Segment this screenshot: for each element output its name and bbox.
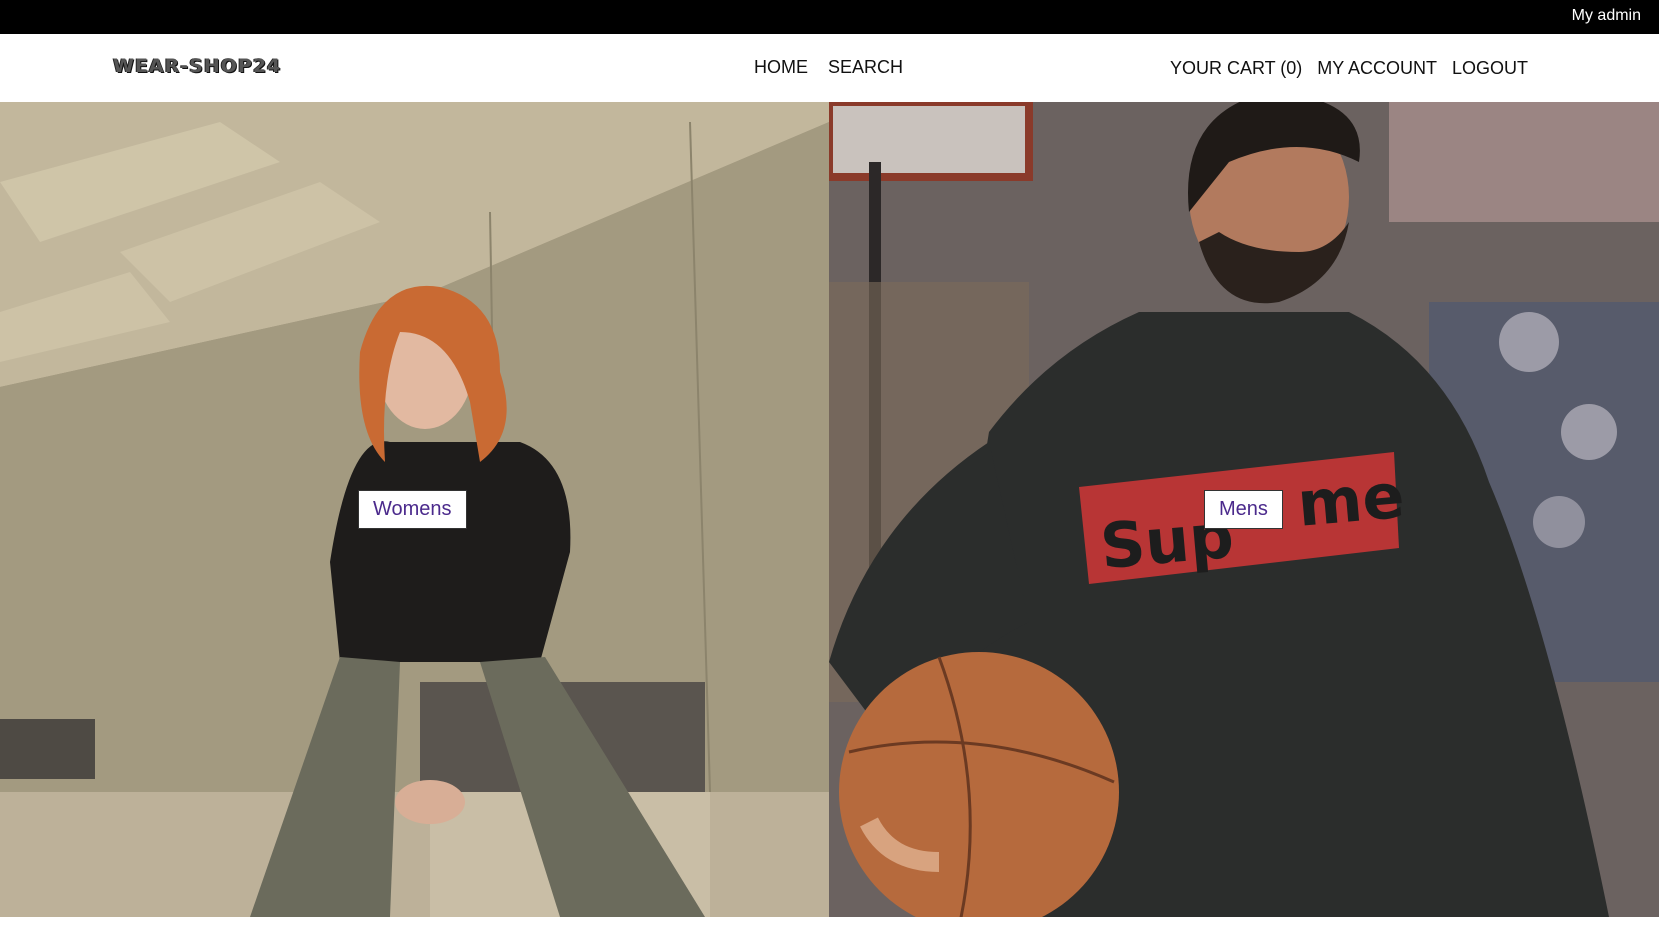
nav-logout[interactable]: LOGOUT bbox=[1452, 58, 1528, 79]
womens-category-button[interactable]: Womens bbox=[358, 490, 467, 529]
mens-category-button[interactable]: Mens bbox=[1204, 490, 1283, 529]
mens-panel[interactable]: Sup me Mens bbox=[829, 102, 1659, 917]
site-header: WEAR-SHOP24 HOME SEARCH YOUR CART (0) MY… bbox=[0, 34, 1659, 102]
category-hero: Womens Sup me Mens bbox=[0, 102, 1659, 917]
site-logo[interactable]: WEAR-SHOP24 bbox=[113, 55, 281, 77]
nav-home[interactable]: HOME bbox=[754, 57, 808, 78]
top-bar: My admin bbox=[0, 0, 1659, 34]
main-nav: HOME SEARCH bbox=[754, 57, 903, 78]
nav-cart[interactable]: YOUR CART (0) bbox=[1170, 58, 1302, 79]
account-nav: YOUR CART (0) MY ACCOUNT LOGOUT bbox=[1170, 58, 1528, 79]
nav-search[interactable]: SEARCH bbox=[828, 57, 903, 78]
nav-my-account[interactable]: MY ACCOUNT bbox=[1317, 58, 1437, 79]
svg-text:me: me bbox=[1295, 459, 1408, 541]
my-admin-link[interactable]: My admin bbox=[1572, 7, 1641, 25]
womens-panel[interactable]: Womens bbox=[0, 102, 829, 917]
